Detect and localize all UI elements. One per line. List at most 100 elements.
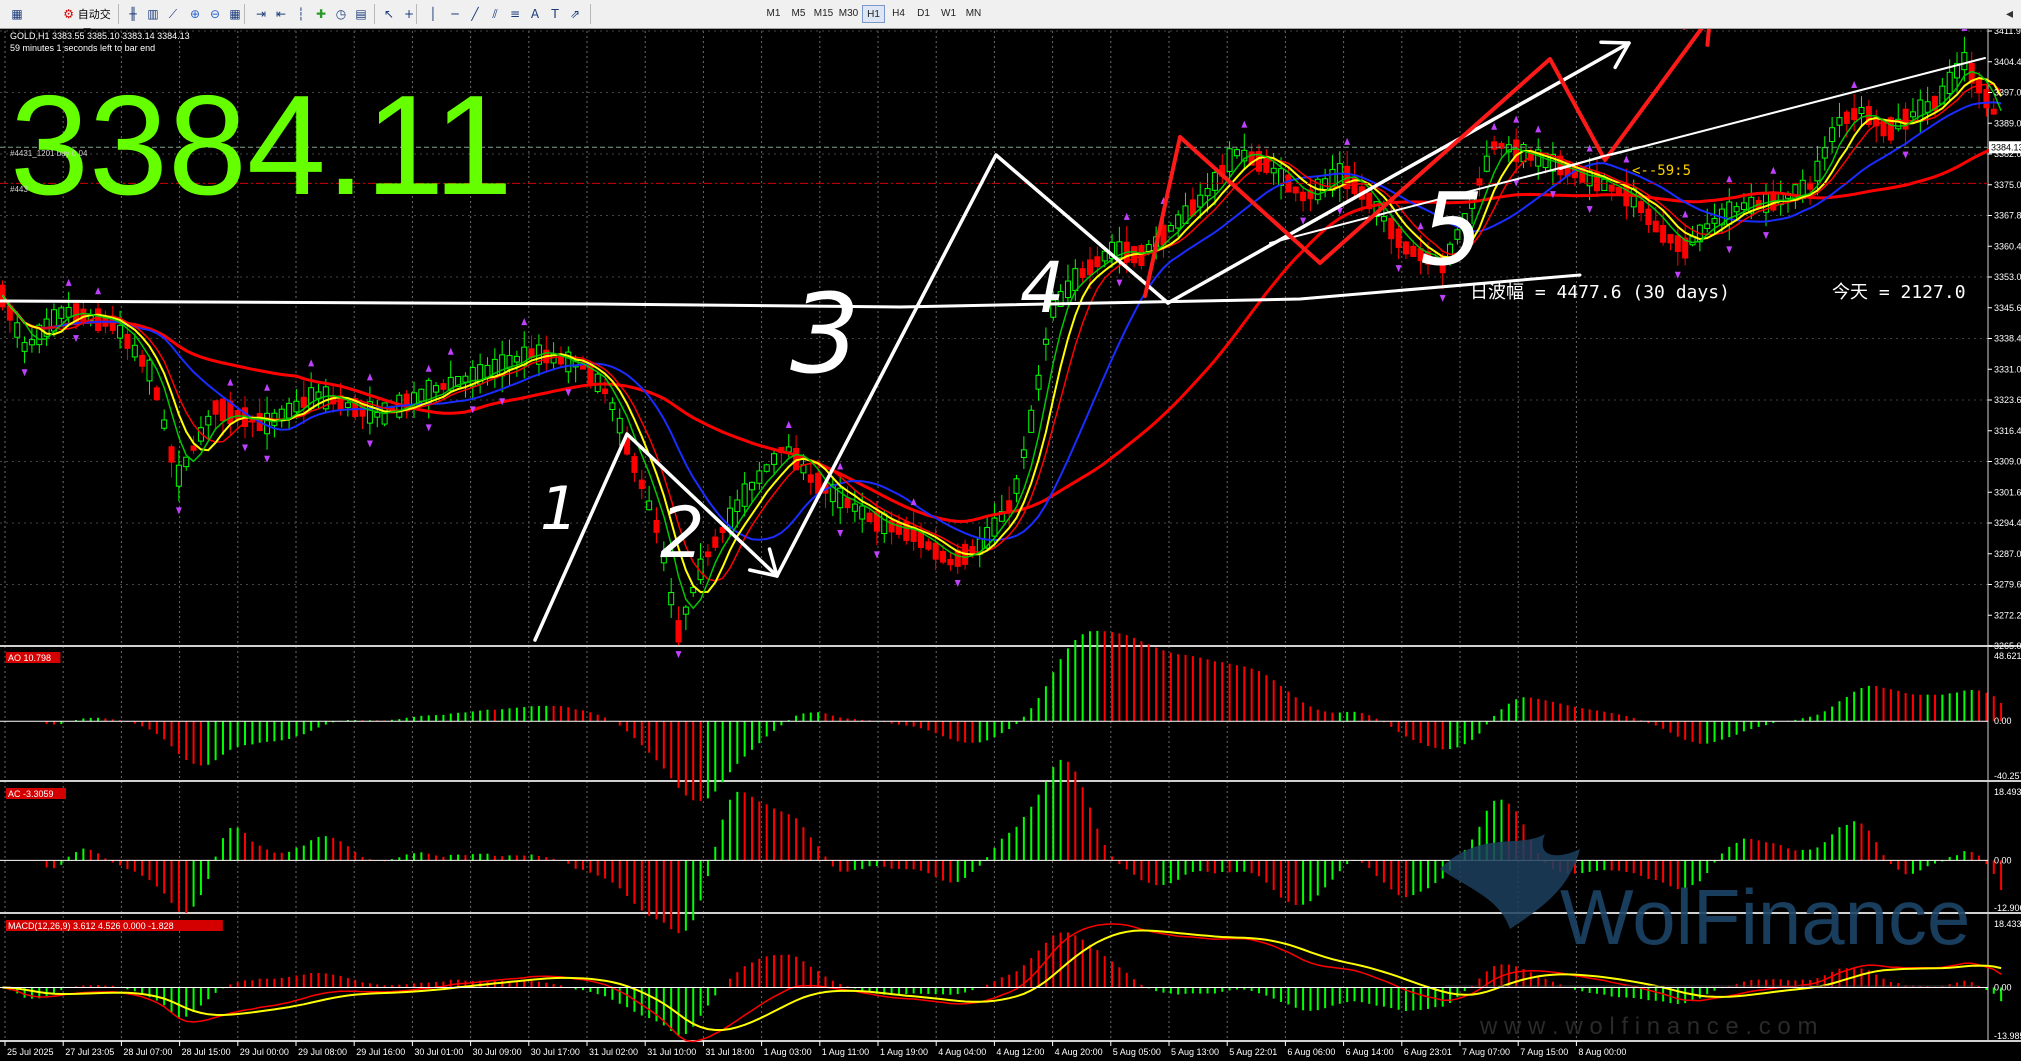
bull-candle [1836, 117, 1843, 126]
text-button[interactable]: A [526, 4, 544, 24]
bar-countdown-header: 59 minutes 1 seconds left to bar end [10, 43, 155, 53]
bear-candle [1300, 191, 1307, 202]
period-sep-button[interactable]: ┆ [292, 4, 310, 24]
indicators-button[interactable]: ✚ [312, 4, 330, 24]
line-chart-icon: ⟋ [168, 7, 178, 21]
price-axis-label: 3345.60 [1994, 303, 2021, 313]
fibo-button[interactable]: ≡ [506, 4, 524, 24]
price-axis-label: 3316.40 [1994, 426, 2021, 436]
bull-candle [117, 324, 124, 339]
bear-candle [219, 398, 226, 422]
candles-button[interactable]: ▥ [144, 4, 162, 24]
trendline-button[interactable]: ╱ [466, 4, 484, 24]
bull-candle [293, 400, 300, 413]
periods-icon: ◷ [335, 7, 347, 21]
price-axis-label: 3294.40 [1994, 518, 2021, 528]
bear-candle [1638, 201, 1645, 214]
line-chart-button[interactable]: ⟋ [164, 4, 182, 24]
autoscroll-button[interactable]: ⇥ [252, 4, 270, 24]
chart-window[interactable]: AO 10.798 AC -3.3059 MACD(12,26,9) 3.612 4… [0, 29, 2021, 1061]
bear-candle [844, 497, 851, 509]
bear-candle [1652, 220, 1659, 233]
arrows-button[interactable]: ⇗ [566, 4, 584, 24]
cursor-button[interactable]: ↖ [380, 4, 398, 24]
arrows-icon: ⇗ [569, 7, 581, 21]
chart-shift-button[interactable]: ⇤ [272, 4, 290, 24]
timeframe-d1[interactable]: D1 [912, 5, 935, 23]
bull-candle [1197, 194, 1204, 208]
autotrade-icon: ⚙ [63, 7, 78, 21]
main-toolbar: ▦⚙ 自动交易╫▥⟋⊕⊖▦⇥⇤┆✚◷▤↖+│─╱⫽≡AT⇗M1M5M15M30H… [0, 0, 2021, 40]
ac-scale-zero: 0.00 [1994, 855, 2012, 865]
chart-canvas[interactable]: AO 10.798 AC -3.3059 MACD(12,26,9) 3.612 4… [0, 29, 2021, 1061]
label-button[interactable]: T [546, 4, 564, 24]
bull-candle [991, 517, 998, 537]
bear-candle [1645, 208, 1652, 225]
label-icon: T [551, 7, 559, 21]
bull-candle [1740, 202, 1747, 210]
zoom-out-icon: ⊖ [209, 7, 221, 21]
crosshair-icon: + [403, 7, 415, 21]
bull-candle [1733, 206, 1740, 213]
time-axis-label: 30 Jul 17:00 [531, 1047, 580, 1057]
tile-icon: ▦ [229, 7, 241, 21]
autoscroll-icon: ⇥ [255, 7, 267, 21]
timeframe-h1[interactable]: H1 [862, 5, 885, 23]
timeframe-h4[interactable]: H4 [887, 5, 910, 23]
bear-candle [940, 550, 947, 563]
toolbar-separator [244, 4, 245, 24]
price-axis-label: 3272.20 [1994, 610, 2021, 620]
price-axis-label: 3265.00 [1994, 641, 2021, 651]
bear-candle [1807, 182, 1814, 190]
time-axis-label: 6 Aug 23:01 [1404, 1047, 1452, 1057]
wave-label-1: 1 [540, 474, 578, 544]
bull-candle [65, 307, 72, 318]
timeframe-m30[interactable]: M30 [837, 5, 860, 23]
toolbar-scroll-icon[interactable]: ◂ [2006, 6, 2013, 22]
timeframe-mn[interactable]: MN [962, 5, 985, 23]
bull-candle [1270, 167, 1277, 174]
bear-candle [300, 396, 307, 408]
bull-candle [881, 513, 888, 535]
bear-candle [675, 620, 682, 643]
timeframe-m15[interactable]: M15 [812, 5, 835, 23]
autotrade-button[interactable]: ⚙ 自动交易 [58, 4, 116, 40]
price-axis-label: 3287.00 [1994, 549, 2021, 559]
tile-button[interactable]: ▦ [226, 4, 244, 24]
bull-candle [28, 339, 35, 346]
bar-chart-button[interactable]: ╫ [124, 4, 142, 24]
bull-candle [1035, 374, 1042, 390]
timeframe-m5[interactable]: M5 [787, 5, 810, 23]
bull-candle [344, 402, 351, 408]
bull-candle [1211, 172, 1218, 191]
hline-icon: ─ [451, 7, 459, 21]
price-axis-label: 3397.00 [1994, 88, 2021, 98]
channel-button[interactable]: ⫽ [486, 4, 504, 24]
trendline-icon: ╱ [471, 7, 479, 21]
bull-candle [161, 419, 168, 429]
periods-button[interactable]: ◷ [332, 4, 350, 24]
bear-candle [139, 354, 146, 367]
time-axis-label: 4 Aug 12:00 [996, 1047, 1044, 1057]
bear-candle [95, 308, 102, 331]
time-axis-label: 6 Aug 06:00 [1287, 1047, 1335, 1057]
bear-candle [153, 387, 160, 401]
bull-candle [771, 453, 778, 465]
bear-candle [895, 522, 902, 535]
zoom-out-button[interactable]: ⊖ [206, 4, 224, 24]
bull-candle [418, 388, 425, 402]
timeframe-m1[interactable]: M1 [762, 5, 785, 23]
bear-candle [1491, 141, 1498, 150]
vline-button[interactable]: │ [424, 4, 442, 24]
new-order-button[interactable]: ▦ [8, 4, 26, 24]
timeframe-w1[interactable]: W1 [937, 5, 960, 23]
templates-button[interactable]: ▤ [352, 4, 370, 24]
hline-button[interactable]: ─ [446, 4, 464, 24]
channel-icon: ⫽ [492, 7, 498, 21]
zoom-in-button[interactable]: ⊕ [186, 4, 204, 24]
bear-candle [917, 531, 924, 549]
time-axis-label: 4 Aug 20:00 [1055, 1047, 1103, 1057]
ao-scale-top: 48.621 [1994, 651, 2021, 661]
time-axis-label: 30 Jul 01:00 [414, 1047, 463, 1057]
bull-candle [1101, 250, 1108, 262]
